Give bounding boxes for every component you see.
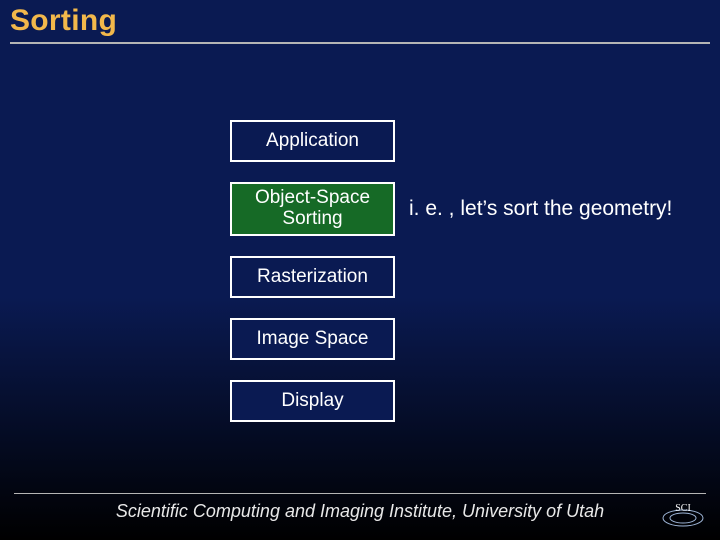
stage-label: Rasterization (257, 267, 368, 288)
stage-object-space-sorting: Object-Space Sorting (230, 182, 395, 236)
stage-rasterization: Rasterization (230, 256, 395, 298)
stage-application: Application (230, 120, 395, 162)
stage-label: Display (281, 391, 343, 412)
annotation-text: i. e. , let’s sort the geometry! (409, 197, 672, 221)
slide: Sorting Application Object-Space Sorting… (0, 0, 720, 540)
stage-image-space: Image Space (230, 318, 395, 360)
stage-display: Display (230, 380, 395, 422)
stage-label-line1: Object-Space (255, 188, 370, 209)
footer-text: Scientific Computing and Imaging Institu… (0, 501, 720, 522)
stage-label-wrap: Object-Space Sorting (255, 188, 370, 230)
stage-label: Application (266, 131, 359, 152)
sci-logo-icon: SCI (660, 500, 706, 528)
stage-row-object-space: Object-Space Sorting i. e. , let’s sort … (230, 182, 672, 236)
stage-label-line2: Sorting (255, 209, 370, 230)
title-underline (10, 42, 710, 44)
footer-divider (14, 493, 706, 494)
slide-title: Sorting (10, 4, 117, 38)
stage-label: Image Space (257, 329, 369, 350)
logo-text: SCI (675, 503, 691, 514)
pipeline-diagram: Application Object-Space Sorting i. e. ,… (230, 120, 672, 422)
